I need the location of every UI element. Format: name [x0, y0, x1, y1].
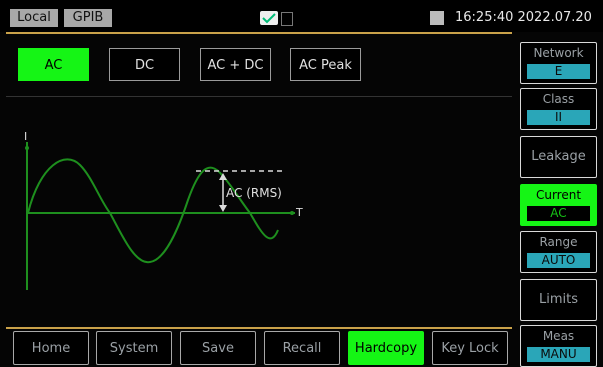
limits-title: Limits — [539, 292, 578, 307]
recall-button[interactable]: Recall — [264, 331, 340, 365]
key-lock-button[interactable]: Key Lock — [432, 331, 508, 365]
rms-arrow-down — [219, 205, 227, 212]
datetime: 16:25:40 2022.07.20 — [455, 10, 592, 25]
instrument-screen: Local GPIB 16:25:40 2022.07.20 AC DC AC … — [0, 0, 603, 367]
leakage-title: Leakage — [531, 149, 586, 164]
status-bar: Local GPIB 16:25:40 2022.07.20 — [0, 0, 603, 32]
current-value: AC — [527, 206, 590, 221]
network-button[interactable]: Network E — [520, 42, 597, 84]
mode-acpeak-button[interactable]: AC Peak — [290, 48, 361, 81]
network-value: E — [527, 64, 590, 79]
local-indicator[interactable]: Local — [10, 9, 58, 27]
current-button[interactable]: Current AC — [520, 184, 597, 226]
limits-button[interactable]: Limits — [520, 279, 597, 321]
sine-wave — [27, 158, 279, 264]
class-title: Class — [542, 92, 575, 106]
home-button[interactable]: Home — [13, 331, 89, 365]
lock-icon — [430, 11, 444, 25]
class-button[interactable]: Class II — [520, 88, 597, 130]
y-axis-tip — [25, 146, 29, 150]
hardcopy-button[interactable]: Hardcopy — [348, 331, 424, 365]
class-value: II — [527, 110, 590, 125]
divider — [6, 96, 512, 97]
mode-acdc-button[interactable]: AC + DC — [200, 48, 271, 81]
leakage-button[interactable]: Leakage — [520, 136, 597, 178]
mode-dc-button[interactable]: DC — [109, 48, 180, 81]
meas-button[interactable]: Meas MANU — [520, 325, 597, 367]
meas-title: Meas — [542, 329, 575, 343]
rms-annotation: AC (RMS) — [226, 186, 282, 200]
range-title: Range — [539, 235, 578, 249]
mode-ac-button[interactable]: AC — [18, 48, 89, 81]
waveform-diagram — [25, 142, 295, 290]
check-icon — [260, 11, 278, 25]
bottom-frame — [6, 327, 512, 329]
range-value: AUTO — [527, 253, 590, 268]
current-title: Current — [535, 188, 582, 202]
y-axis-label: I — [24, 130, 28, 143]
system-button[interactable]: System — [96, 331, 172, 365]
x-axis-label: T — [296, 206, 303, 219]
battery-icon — [281, 12, 293, 26]
meas-value: MANU — [527, 347, 590, 362]
save-button[interactable]: Save — [180, 331, 256, 365]
gpib-indicator: GPIB — [64, 9, 112, 27]
range-button[interactable]: Range AUTO — [520, 231, 597, 273]
x-axis-tip — [290, 211, 294, 215]
network-title: Network — [533, 46, 584, 60]
